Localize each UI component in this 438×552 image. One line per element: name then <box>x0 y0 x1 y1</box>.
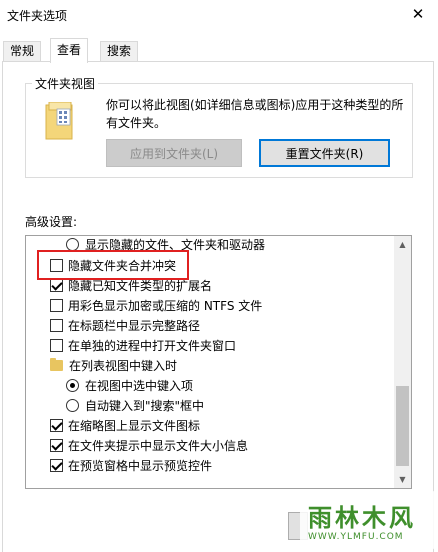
checkbox[interactable] <box>50 458 63 472</box>
watermark-text: 雨林木风 <box>308 504 416 532</box>
list-item[interactable]: 显示隐藏的文件、文件夹和驱动器 <box>66 236 265 254</box>
tab-view[interactable]: 查看 <box>50 38 89 63</box>
radio-button[interactable] <box>66 398 79 412</box>
scroll-thumb[interactable] <box>396 386 409 466</box>
list-item[interactable]: 在单独的进程中打开文件夹窗口 <box>50 335 236 355</box>
list-item[interactable]: 在视图中选中键入项 <box>66 375 193 395</box>
radio-button[interactable] <box>66 378 79 392</box>
tab-general[interactable]: 常规 <box>3 41 42 62</box>
list-item[interactable]: 在预览窗格中显示预览控件 <box>50 455 212 475</box>
folder-views-label: 文件夹视图 <box>32 75 99 92</box>
folder-icon <box>50 357 63 371</box>
list-item: 在列表视图中键入时 <box>50 355 177 375</box>
watermark-logo: 雨林木风 WWW.YLMFU.COM <box>300 490 436 550</box>
close-button[interactable]: ✕ <box>398 0 438 28</box>
checkbox[interactable] <box>50 438 63 452</box>
checkbox[interactable] <box>50 278 63 292</box>
tab-search[interactable]: 搜索 <box>100 41 139 62</box>
list-item[interactable]: 隐藏已知文件类型的扩展名 <box>50 275 212 295</box>
window-title: 文件夹选项 <box>7 9 68 23</box>
folder-view-icon <box>45 102 73 140</box>
scroll-down-icon[interactable]: ▼ <box>394 471 411 488</box>
list-item[interactable]: 在文件夹提示中显示文件大小信息 <box>50 435 248 455</box>
list-item[interactable]: 用彩色显示加密或压缩的 NTFS 文件 <box>50 295 262 315</box>
reset-folders-button[interactable]: 重置文件夹(R) <box>259 139 390 167</box>
checkbox[interactable] <box>50 298 63 312</box>
title-bar: 文件夹选项 ✕ <box>0 0 438 30</box>
advanced-settings-list[interactable]: 显示隐藏的文件、文件夹和驱动器 隐藏文件夹合并冲突 隐藏已知文件类型的扩展名 用… <box>25 235 412 489</box>
list-item[interactable]: 隐藏文件夹合并冲突 <box>50 255 176 275</box>
advanced-settings-label: 高级设置: <box>25 215 78 229</box>
watermark-url: WWW.YLMFU.COM <box>308 532 404 542</box>
checkbox[interactable] <box>50 258 63 272</box>
tab-strip: 常规 查看 搜索 <box>0 38 438 63</box>
apply-to-folders-button[interactable]: 应用到文件夹(L) <box>106 139 242 167</box>
scroll-up-icon[interactable]: ▲ <box>394 236 411 253</box>
list-scrollbar[interactable]: ▲ ▼ <box>394 236 411 488</box>
list-item[interactable]: 在缩略图上显示文件图标 <box>50 415 200 435</box>
folder-views-description: 你可以将此视图(如详细信息或图标)应用于这种类型的所有文件夹。 <box>106 98 404 130</box>
checkbox[interactable] <box>50 418 63 432</box>
list-item[interactable]: 在标题栏中显示完整路径 <box>50 315 200 335</box>
close-icon: ✕ <box>411 5 425 23</box>
checkbox[interactable] <box>50 338 63 352</box>
list-item[interactable]: 自动键入到"搜索"框中 <box>66 395 204 415</box>
radio-button[interactable] <box>66 237 79 251</box>
checkbox[interactable] <box>50 318 63 332</box>
